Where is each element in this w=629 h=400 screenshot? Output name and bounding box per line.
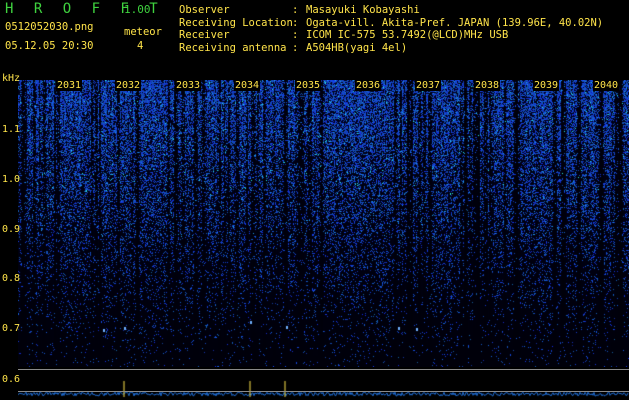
- time-tick-label: 2034: [234, 80, 261, 91]
- station-info: Observer: Masayuki Kobayashi Receiving Lo…: [179, 4, 603, 54]
- station-value: A504HB(yagi 4el): [306, 41, 408, 54]
- station-key: Receiver: [179, 29, 230, 41]
- station-value: Ogata-vill. Akita-Pref. JAPAN (139.96E, …: [306, 16, 604, 29]
- station-value: ICOM IC-575 53.7492(@LCD)MHz USB: [306, 29, 509, 41]
- station-value: Masayuki Kobayashi: [306, 4, 420, 16]
- time-tick-label: 2036: [355, 80, 382, 91]
- time-tick-label: 2040: [593, 80, 620, 91]
- station-sep: :: [292, 41, 299, 54]
- time-tick-label: 2037: [415, 80, 442, 91]
- station-row-antenna: Receiving antenna: A504HB(yagi 4el): [179, 42, 603, 55]
- time-tick-label: 2038: [474, 80, 501, 91]
- spectrogram-canvas: [18, 80, 629, 367]
- time-tick-label: 2039: [533, 80, 560, 91]
- meteor-count: 4: [137, 40, 144, 52]
- y-tick-label: 0.6: [2, 374, 21, 385]
- meteor-label: meteor: [124, 26, 162, 38]
- y-tick-label: 1.1: [2, 124, 21, 135]
- station-row-receiver: Receiver: ICOM IC-575 53.7492(@LCD)MHz US…: [179, 29, 603, 42]
- station-key: Receiving Location: [179, 16, 293, 29]
- app-version: 1.00: [124, 3, 151, 16]
- time-tick-label: 2035: [295, 80, 322, 91]
- reference-line-lower: [18, 391, 629, 392]
- station-sep: :: [292, 16, 299, 29]
- reference-line-upper: [18, 369, 629, 370]
- image-filename: 0512052030.png: [5, 21, 94, 33]
- time-tick-label: 2033: [175, 80, 202, 91]
- y-tick-label: 0.9: [2, 224, 21, 235]
- station-row-observer: Observer: Masayuki Kobayashi: [179, 4, 603, 17]
- baseline-band: [18, 367, 629, 400]
- station-key: Receiving antenna: [179, 41, 287, 54]
- time-tick-label: 2031: [56, 80, 83, 91]
- station-sep: :: [292, 4, 299, 16]
- capture-datetime: 05.12.05 20:30: [5, 40, 94, 52]
- baseline-trace: [18, 367, 629, 400]
- y-tick-label: 0.8: [2, 273, 21, 284]
- station-row-location: Receiving Location: Ogata-vill. Akita-Pre…: [179, 17, 603, 30]
- station-key: Observer: [179, 4, 230, 16]
- time-tick-label: 2032: [115, 80, 142, 91]
- y-tick-label: 0.7: [2, 323, 21, 334]
- header-panel: H R O F F T 1.00 0512052030.png 05.12.05…: [0, 0, 629, 78]
- y-tick-label: 1.0: [2, 174, 21, 185]
- station-sep: :: [292, 29, 299, 41]
- frequency-unit-label: kHz: [2, 73, 21, 84]
